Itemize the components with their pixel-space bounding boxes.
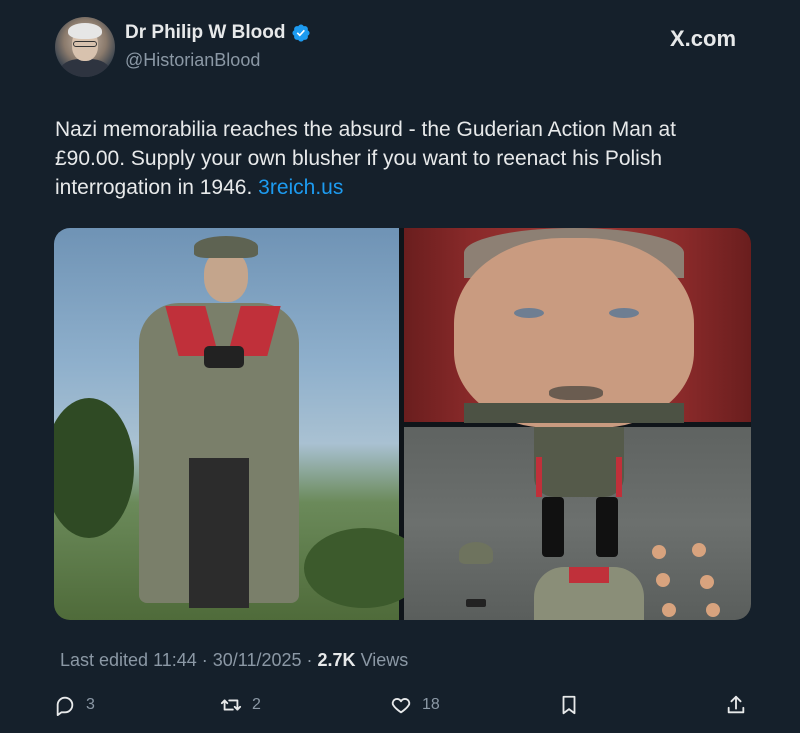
reply-button[interactable]: 3 (54, 694, 95, 716)
share-icon (727, 695, 745, 714)
bookmark-button[interactable] (558, 694, 580, 716)
media-image-accessories[interactable] (404, 427, 751, 620)
tweet-body: Nazi memorabilia reaches the absurd - th… (55, 118, 676, 199)
meta-separator: · (301, 650, 318, 670)
views-count[interactable]: 2.7K (318, 650, 356, 670)
reply-icon (56, 696, 74, 716)
tweet-meta: Last edited 11:44 · 30/11/2025 · 2.7K Vi… (60, 650, 408, 671)
verified-badge-icon (292, 24, 310, 42)
bookmark-icon (562, 695, 576, 715)
heart-icon (391, 698, 411, 714)
tweet-link[interactable]: 3reich.us (258, 176, 343, 199)
like-button[interactable]: 18 (390, 694, 440, 716)
edited-timestamp[interactable]: Last edited 11:44 · 30/11/2025 (60, 650, 302, 670)
author-display-name[interactable]: Dr Philip W Blood (125, 22, 285, 44)
author-avatar[interactable] (55, 17, 115, 77)
like-count: 18 (422, 696, 440, 713)
media-image-full-figure[interactable] (54, 228, 424, 620)
share-button[interactable] (725, 694, 747, 716)
source-logo: X.com (670, 26, 737, 51)
repost-count: 2 (252, 696, 261, 713)
repost-icon (220, 699, 242, 711)
action-bar: 3 2 18 (0, 690, 800, 720)
author-name-row[interactable]: Dr Philip W Blood (125, 22, 311, 44)
media-grid (54, 228, 751, 620)
author-handle[interactable]: @HistorianBlood (125, 50, 260, 71)
media-image-face-closeup[interactable] (404, 228, 751, 428)
views-label: Views (355, 650, 409, 670)
repost-button[interactable]: 2 (220, 694, 261, 716)
tweet-text: Nazi memorabilia reaches the absurd - th… (55, 115, 745, 202)
reply-count: 3 (86, 696, 95, 713)
